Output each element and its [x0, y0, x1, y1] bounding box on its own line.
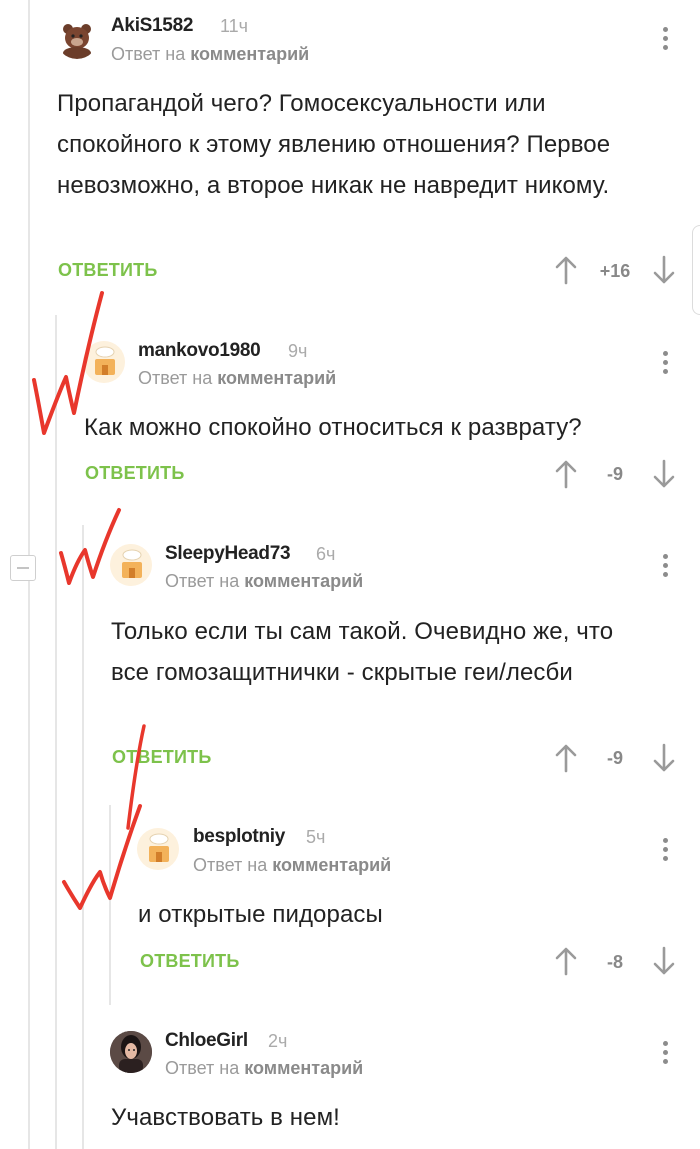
reply-to-prefix: Ответ на	[165, 571, 240, 591]
comment-score: -8	[606, 952, 623, 972]
reply-to-prefix: Ответ на	[138, 368, 213, 388]
comment-time: 2ч	[268, 1031, 288, 1051]
reply-to-prefix: Ответ на	[193, 855, 268, 875]
comment-time: 6ч	[316, 544, 336, 564]
comment-menu-icon[interactable]	[661, 554, 669, 580]
downvote-icon[interactable]	[652, 946, 676, 976]
comment-score: -9	[606, 748, 623, 768]
downvote-icon[interactable]	[652, 743, 676, 773]
reply-to-target: комментарий	[190, 44, 310, 64]
default-house-avatar[interactable]	[137, 828, 179, 870]
reply-to-link[interactable]: Ответ на комментарий	[138, 368, 336, 389]
reply-to-target: комментарий	[217, 368, 337, 388]
comment-time: 9ч	[288, 341, 308, 361]
comment-text: Только если ты сам такой. Очевидно же, ч…	[111, 618, 614, 686]
comment-menu-icon[interactable]	[661, 27, 669, 53]
comment-text: Учавствовать в нем!	[111, 1104, 340, 1131]
thread-line	[55, 315, 57, 1149]
comment-menu-icon[interactable]	[661, 838, 669, 864]
comment-score: +16	[599, 261, 631, 281]
comment-author[interactable]: ChloeGirl	[165, 1030, 248, 1052]
comment-author[interactable]: SleepyHead73	[165, 543, 291, 565]
comment-time: 5ч	[306, 827, 326, 847]
girl-photo-avatar[interactable]	[110, 1031, 152, 1073]
scroll-indicator[interactable]	[692, 225, 700, 315]
reply-to-prefix: Ответ на	[111, 44, 186, 64]
comment-author[interactable]: mankovo1980	[138, 340, 261, 362]
upvote-icon[interactable]	[554, 946, 578, 976]
reply-button[interactable]: ОТВЕТИТЬ	[140, 951, 239, 972]
comment-text: Как можно спокойно относиться к разврату…	[84, 414, 582, 441]
comment-author[interactable]: AkiS1582	[111, 15, 193, 37]
comment-score: -9	[606, 464, 623, 484]
thread-line	[82, 525, 84, 1149]
reply-to-link[interactable]: Ответ на комментарий	[165, 1058, 363, 1079]
reply-to-link[interactable]: Ответ на комментарий	[165, 571, 363, 592]
reply-button[interactable]: ОТВЕТИТЬ	[85, 463, 184, 484]
comment-time: 11ч	[220, 16, 249, 36]
downvote-icon[interactable]	[652, 459, 676, 489]
comment-text: и открытые пидорасы	[138, 901, 383, 928]
comment-text: Пропагандой чего? Гомосексуальности или …	[57, 90, 611, 199]
upvote-icon[interactable]	[554, 743, 578, 773]
default-house-avatar[interactable]	[83, 341, 125, 383]
reply-to-prefix: Ответ на	[165, 1058, 240, 1078]
downvote-icon[interactable]	[652, 255, 676, 285]
reply-to-target: комментарий	[244, 571, 364, 591]
reply-to-target: комментарий	[244, 1058, 364, 1078]
default-house-avatar[interactable]	[110, 544, 152, 586]
reply-to-link[interactable]: Ответ на комментарий	[193, 855, 391, 876]
red-checkmark-line-icon	[126, 724, 146, 830]
upvote-icon[interactable]	[554, 255, 578, 285]
collapse-thread-button[interactable]	[10, 555, 36, 581]
thread-line	[109, 805, 111, 1005]
reply-button[interactable]: ОТВЕТИТЬ	[58, 260, 157, 281]
reply-button[interactable]: ОТВЕТИТЬ	[112, 747, 211, 768]
comment-author[interactable]: besplotniy	[193, 826, 285, 848]
upvote-icon[interactable]	[554, 459, 578, 489]
reply-to-target: комментарий	[272, 855, 392, 875]
comment-menu-icon[interactable]	[661, 351, 669, 377]
comment-menu-icon[interactable]	[661, 1041, 669, 1067]
red-checkmark-icon	[62, 804, 142, 910]
bear-avatar[interactable]	[56, 17, 98, 59]
reply-to-link[interactable]: Ответ на комментарий	[111, 44, 309, 65]
